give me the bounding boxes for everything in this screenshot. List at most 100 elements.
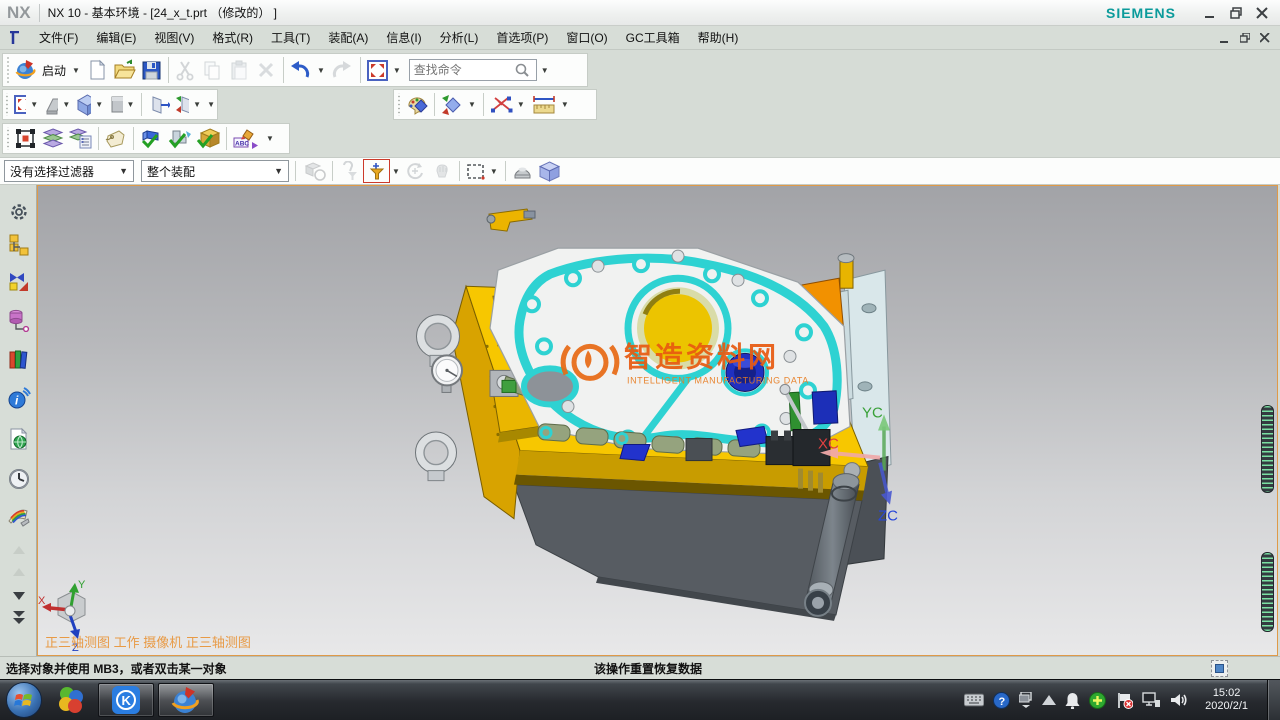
section-plane-button[interactable]: ▼: [172, 91, 205, 119]
true-shading-button[interactable]: [403, 91, 431, 119]
menu-information[interactable]: 信息(I): [377, 26, 430, 49]
scroll-bottom-button[interactable]: [6, 605, 31, 630]
menu-preferences[interactable]: 首选项(P): [487, 26, 557, 49]
shaded-object-button[interactable]: [509, 157, 536, 185]
select-within-assembly-button[interactable]: [302, 157, 329, 185]
paste-button[interactable]: [226, 56, 253, 84]
command-finder[interactable]: [409, 59, 537, 81]
measure-button[interactable]: ▼: [529, 91, 573, 119]
history-button[interactable]: [6, 466, 31, 491]
rotate-reposition-button[interactable]: [402, 157, 429, 185]
assembly-constraints-button[interactable]: ▼: [487, 91, 529, 119]
zoom-fit-button[interactable]: ▼: [11, 91, 42, 119]
action-center-flag-icon[interactable]: [1115, 692, 1133, 709]
cut-button[interactable]: [172, 56, 199, 84]
part-navigator-button[interactable]: [6, 307, 31, 332]
volume-tray-icon[interactable]: [1170, 692, 1188, 708]
transparent-cube-button[interactable]: [536, 157, 563, 185]
clip-plane-button[interactable]: [145, 91, 172, 119]
internet-info-button[interactable]: i: [6, 386, 31, 411]
close-button[interactable]: [1256, 7, 1268, 19]
layer-settings-button[interactable]: [39, 125, 67, 153]
selection-filter-combo[interactable]: 没有选择过滤器 ▼: [4, 160, 134, 182]
menu-gc-toolbox[interactable]: GC工具箱: [617, 26, 689, 49]
menu-analysis[interactable]: 分析(L): [431, 26, 488, 49]
rectangle-select-button[interactable]: ▼: [463, 157, 502, 185]
fit-view-button[interactable]: ▼: [364, 56, 405, 84]
section-view-button[interactable]: ▼: [42, 91, 74, 119]
undo-button[interactable]: ▼: [287, 56, 329, 84]
constraint-navigator-button[interactable]: [6, 269, 31, 294]
network-tray-icon[interactable]: [1142, 692, 1161, 708]
edit-object-display-button[interactable]: [137, 125, 165, 153]
start-menu-button[interactable]: 启动 ▼: [12, 56, 84, 84]
clip-slider-top[interactable]: [1261, 405, 1274, 493]
dialog-rail-button[interactable]: [1211, 660, 1228, 677]
assembly-navigator-button[interactable]: [6, 232, 31, 257]
show-desktop-button[interactable]: [1267, 680, 1280, 720]
minimize-button[interactable]: [1204, 7, 1216, 19]
dial-indicator[interactable]: [432, 355, 462, 392]
snap-point-filter-button[interactable]: [363, 159, 390, 183]
help-tray-icon[interactable]: ?: [993, 692, 1010, 709]
web-browser-button[interactable]: [6, 426, 31, 451]
menu-tools[interactable]: 工具(T): [262, 26, 319, 49]
menu-edit[interactable]: 编辑(E): [87, 26, 145, 49]
taskbar-clock[interactable]: 15:02 2020/2/1: [1197, 687, 1258, 713]
shaded-display-button[interactable]: ▼: [74, 91, 107, 119]
notification-bell-icon[interactable]: [1065, 692, 1080, 709]
cad-3d-model[interactable]: XC YC ZC 智造资料网 INTELLIGENT MANUFACTURING…: [38, 186, 1277, 655]
toolbar-drag-handle[interactable]: [5, 93, 9, 116]
command-search-input[interactable]: [414, 63, 514, 77]
search-dropdown-arrow[interactable]: ▼: [537, 66, 553, 75]
lifting-eyebolt-bottom[interactable]: [416, 433, 456, 481]
restore-button[interactable]: [1230, 7, 1242, 19]
delete-button[interactable]: [253, 56, 280, 84]
show-hide-check-button[interactable]: [165, 125, 194, 153]
toolbar-overflow-arrow[interactable]: ▼: [205, 100, 217, 109]
show-hide-button[interactable]: ▼: [438, 91, 480, 119]
mdi-restore-button[interactable]: [1240, 33, 1250, 43]
highlight-filter-button[interactable]: [336, 157, 363, 185]
object-name-button[interactable]: ABC▼: [230, 125, 278, 153]
menu-file[interactable]: 文件(F): [30, 26, 87, 49]
display-mode-button[interactable]: ▼: [107, 91, 138, 119]
clip-slider-bottom[interactable]: [1261, 552, 1274, 632]
pinwheel-app-button[interactable]: [54, 683, 88, 717]
menu-help[interactable]: 帮助(H): [689, 26, 748, 49]
menu-format[interactable]: 格式(R): [203, 26, 262, 49]
chevron-down-icon: [13, 592, 25, 600]
window-tray-icon[interactable]: [1019, 692, 1033, 708]
snap-dropdown-arrow[interactable]: ▼: [390, 167, 402, 176]
move-handle-button[interactable]: [429, 157, 456, 185]
selection-scope-combo[interactable]: 整个装配 ▼: [141, 160, 289, 182]
reuse-library-button[interactable]: [6, 346, 31, 371]
new-file-button[interactable]: [84, 56, 111, 84]
mdi-close-button[interactable]: [1260, 33, 1270, 43]
copy-button[interactable]: [199, 56, 226, 84]
menu-view[interactable]: 视图(V): [145, 26, 203, 49]
start-button[interactable]: [6, 682, 42, 718]
antivirus-tray-icon[interactable]: [1089, 692, 1106, 709]
keyboard-tray-icon[interactable]: [964, 693, 984, 707]
assembly-check-button[interactable]: [194, 125, 223, 153]
redo-button[interactable]: [329, 56, 357, 84]
annotation-tag-button[interactable]: [102, 125, 130, 153]
k-app-taskbar-button[interactable]: K: [98, 683, 154, 717]
menu-assemblies[interactable]: 装配(A): [319, 26, 377, 49]
graphics-viewport[interactable]: XC YC ZC 智造资料网 INTELLIGENT MANUFACTURING…: [37, 185, 1278, 656]
toolbar-drag-handle[interactable]: [5, 127, 10, 150]
save-button[interactable]: [138, 56, 165, 84]
snapshot-button[interactable]: [12, 125, 39, 153]
open-file-button[interactable]: [111, 56, 138, 84]
nx-taskbar-button[interactable]: [158, 683, 214, 717]
toolbar-drag-handle[interactable]: [5, 57, 10, 83]
toolbar-drag-handle[interactable]: [396, 93, 401, 116]
floating-bracket-part[interactable]: [487, 209, 535, 231]
roles-button[interactable]: [6, 199, 31, 224]
materials-button[interactable]: [6, 504, 31, 529]
layer-visible-button[interactable]: [67, 125, 95, 153]
mdi-minimize-button[interactable]: [1220, 33, 1230, 43]
menu-window[interactable]: 窗口(O): [557, 26, 616, 49]
show-hidden-icons-button[interactable]: [1042, 695, 1056, 705]
